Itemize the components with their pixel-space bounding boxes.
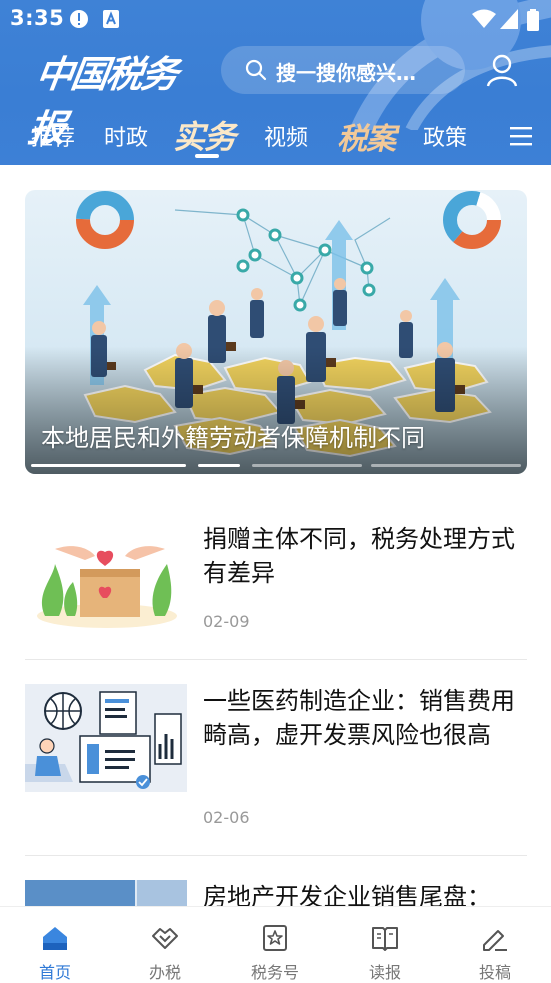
nav-home[interactable]: 首页 (0, 907, 110, 982)
search-placeholder: 搜一搜你感兴… (276, 61, 416, 85)
status-bar: 3:35 (0, 0, 551, 36)
app-header: 3:35 中国税务报 搜一搜你感兴… 推荐 时政 实务 视频 税案 政策 (0, 0, 551, 165)
tab-recommend[interactable]: 推荐 (31, 120, 75, 152)
tab-policy[interactable]: 政策 (423, 120, 467, 152)
pen-icon (483, 930, 507, 951)
search-icon (245, 59, 267, 81)
article-date: 02-09 (203, 612, 250, 631)
signal-icon (500, 9, 518, 29)
article-item[interactable]: 一些医药制造企业：销售费用畸高，虚开发票风险也很高 02-06 (25, 680, 527, 840)
nav-tax-account[interactable]: 税务号 (220, 907, 330, 982)
donation-illustration (25, 524, 187, 632)
star-badge-icon (263, 925, 287, 951)
home-icon (43, 927, 67, 950)
article-title: 捐赠主体不同，税务处理方式有差异 (203, 525, 515, 587)
carousel-dot[interactable] (198, 464, 240, 467)
bottom-navigation: 首页 办税 税务号 读报 投稿 (0, 906, 551, 982)
real-estate-illustration (25, 880, 187, 906)
tab-video[interactable]: 视频 (264, 120, 308, 152)
brand-logo[interactable]: 中国税务报 (26, 44, 203, 150)
article-item[interactable]: 房地产开发企业销售尾盘： (25, 876, 527, 906)
nav-read-paper[interactable]: 读报 (330, 907, 440, 982)
divider (25, 855, 527, 856)
wifi-icon (472, 9, 496, 28)
tab-practice[interactable]: 实务 (173, 112, 236, 158)
pharma-illustration (25, 684, 187, 792)
nav-label: 税务号 (250, 963, 299, 982)
nav-submit[interactable]: 投稿 (440, 907, 550, 982)
nav-label: 投稿 (478, 963, 511, 982)
search-box[interactable]: 搜一搜你感兴… (221, 46, 465, 94)
alert-icon (70, 10, 88, 28)
category-tabs: 推荐 时政 实务 视频 税案 政策 (0, 108, 551, 164)
book-icon (372, 927, 398, 951)
sim-icon (103, 10, 119, 28)
banner-carousel[interactable]: 本地居民和外籍劳动者保障机制不同 (25, 190, 527, 474)
article-thumbnail (25, 684, 187, 792)
divider (25, 659, 527, 660)
banner-caption: 本地居民和外籍劳动者保障机制不同 (41, 424, 425, 452)
battery-icon (527, 9, 539, 31)
carousel-dot[interactable] (31, 464, 186, 467)
carousel-dot[interactable] (371, 464, 521, 467)
article-date: 02-06 (203, 808, 250, 827)
carousel-indicator (31, 464, 521, 468)
active-tab-indicator (195, 154, 219, 158)
article-title: 一些医药制造企业：销售费用畸高，虚开发票风险也很高 (203, 687, 515, 749)
handshake-icon (152, 928, 178, 949)
menu-icon[interactable] (510, 126, 532, 146)
status-time: 3:35 (10, 6, 65, 30)
carousel-dot[interactable] (252, 464, 362, 467)
article-title: 房地产开发企业销售尾盘： (203, 883, 491, 906)
nav-label: 首页 (38, 963, 71, 982)
nav-tax-service[interactable]: 办税 (110, 907, 220, 982)
article-item[interactable]: 捐赠主体不同，税务处理方式有差异 02-09 (25, 518, 527, 638)
article-thumbnail (25, 880, 187, 906)
nav-label: 读报 (368, 963, 401, 982)
user-profile-icon[interactable] (485, 53, 519, 87)
nav-label: 办税 (148, 963, 181, 982)
tab-tax-cases[interactable]: 税案 (337, 114, 396, 158)
article-thumbnail (25, 524, 187, 632)
tab-politics[interactable]: 时政 (104, 120, 148, 152)
